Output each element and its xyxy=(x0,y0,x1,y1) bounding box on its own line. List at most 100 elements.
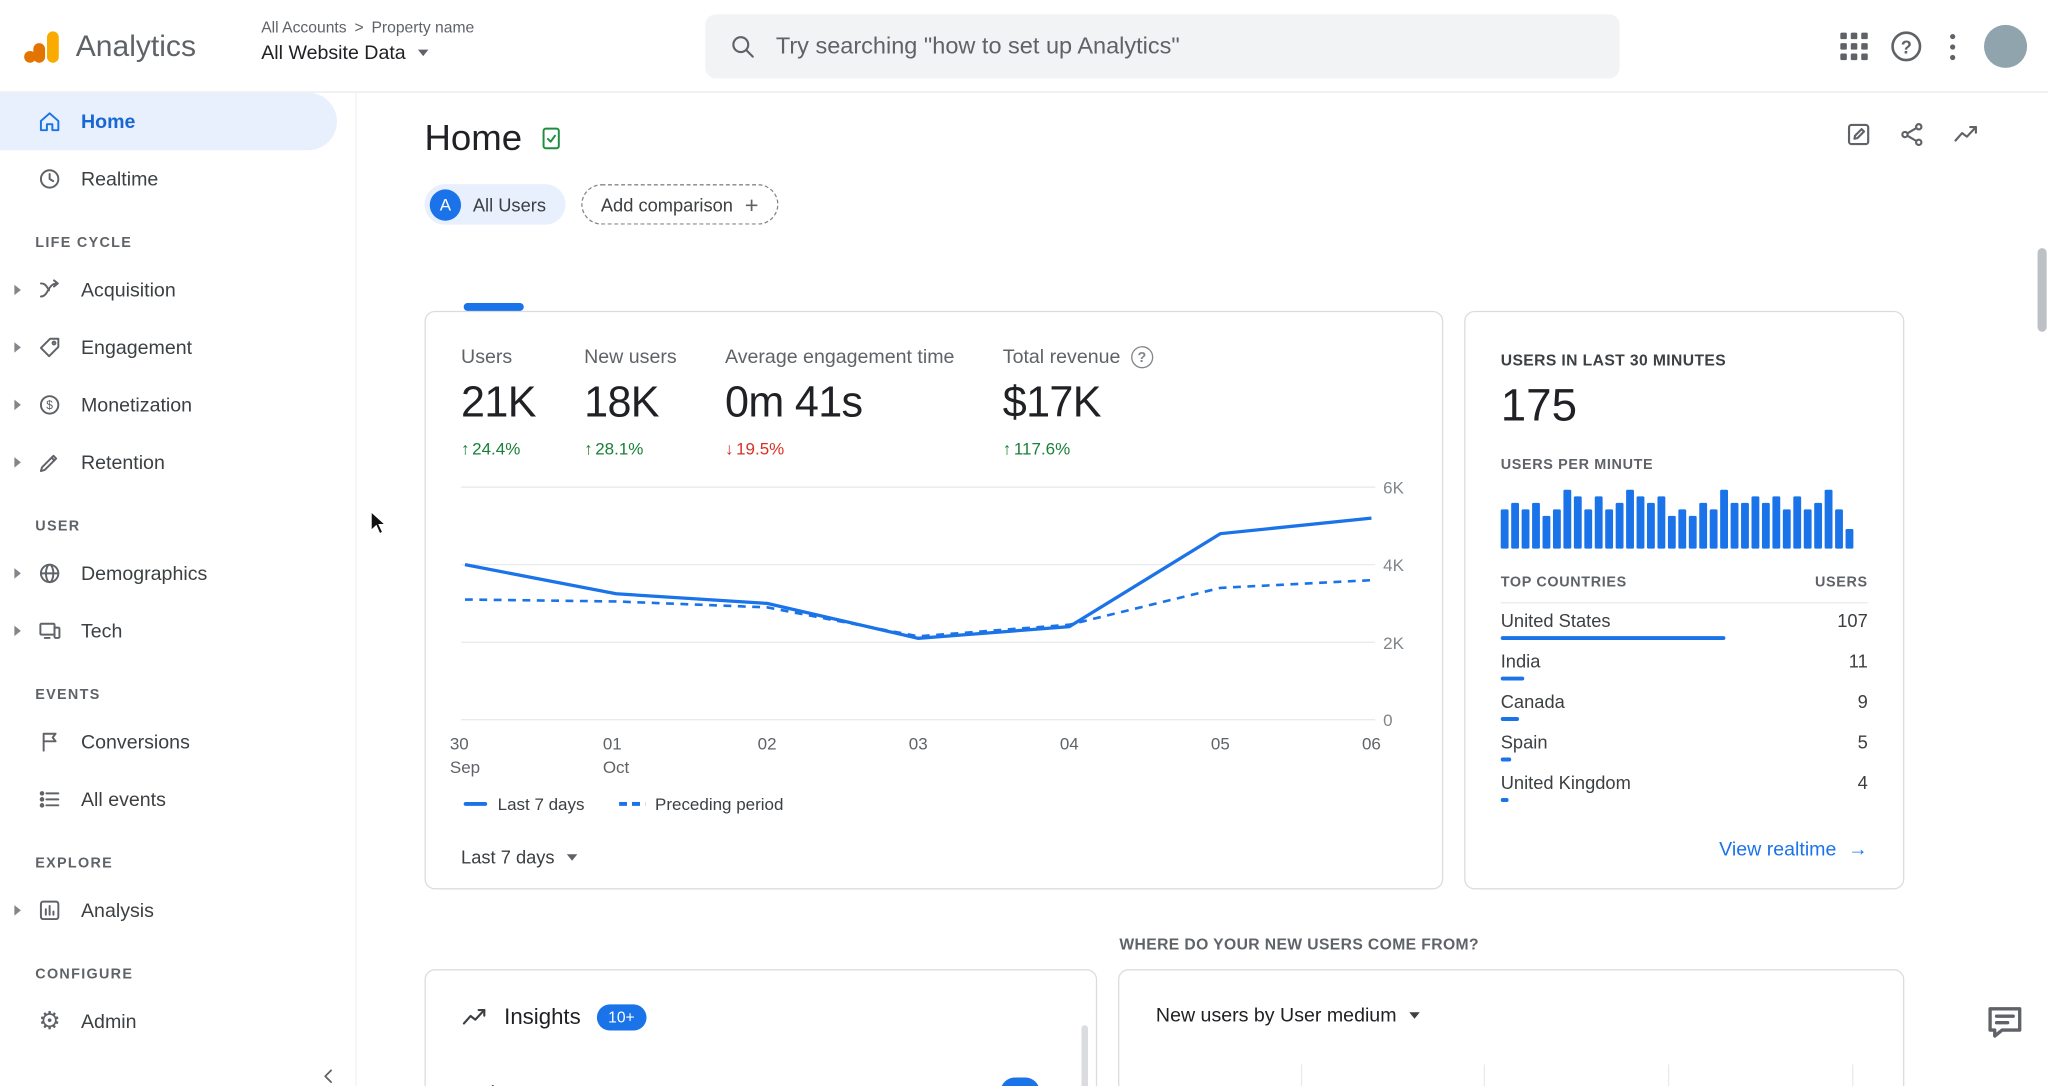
sidebar-item-tech[interactable]: Tech xyxy=(0,602,337,659)
brand[interactable]: Analytics xyxy=(18,0,196,93)
metric-delta: ↑ 28.1% xyxy=(584,438,644,459)
y-axis-labels: 6K 4K 2K 0 xyxy=(1383,478,1430,730)
users-per-minute-chart xyxy=(1500,483,1869,549)
insight-item-icon xyxy=(473,1080,497,1086)
help-icon[interactable]: ? xyxy=(1891,31,1922,62)
sidebar-item-acquisition[interactable]: Acquisition xyxy=(0,261,337,318)
new-users-section-heading: WHERE DO YOUR NEW USERS COME FROM? xyxy=(1119,935,1479,954)
chevron-down-icon xyxy=(417,49,428,57)
x-axis-labels: 30 Sep 01 Oct 02 03 04 05 06 xyxy=(450,733,1381,780)
sidebar-item-realtime[interactable]: Realtime xyxy=(0,150,337,207)
brand-name: Analytics xyxy=(75,28,196,63)
svg-text:$: $ xyxy=(46,398,53,412)
audience-badge: A xyxy=(429,188,462,221)
minute-bar xyxy=(1594,496,1603,549)
sidebar-item-admin[interactable]: ⚙ Admin xyxy=(0,993,337,1050)
sidebar: Home Realtime LIFE CYCLE Acquisition Eng… xyxy=(0,92,357,1086)
customize-report-icon[interactable] xyxy=(1843,119,1874,150)
chat-feedback-button[interactable] xyxy=(1983,1000,2027,1044)
x-axis-tick: 04 xyxy=(1059,734,1079,754)
insights-card: Insights 10+ xyxy=(424,969,1098,1086)
metric-users[interactable]: Users 21K ↑ 24.4% xyxy=(461,346,536,458)
view-realtime-link[interactable]: View realtime → xyxy=(1719,839,1868,861)
collapse-sidebar-icon[interactable] xyxy=(317,1064,341,1086)
date-range-selector[interactable]: Last 7 days xyxy=(461,846,577,867)
gridline xyxy=(1852,1064,1854,1086)
table-row: India 11 xyxy=(1500,650,1868,681)
minute-bar xyxy=(1636,496,1645,549)
table-row: United Kingdom 4 xyxy=(1500,772,1868,802)
minute-bar xyxy=(1563,489,1572,549)
help-icon[interactable]: ? xyxy=(1130,346,1154,369)
users-trend-chart xyxy=(461,479,1376,727)
metric-total-revenue[interactable]: Total revenue? $17K ↑ 117.6% xyxy=(1002,346,1154,459)
y-axis-tick: 4K xyxy=(1383,555,1404,576)
search-bar[interactable] xyxy=(705,14,1620,79)
all-users-chip[interactable]: A All Users xyxy=(424,184,566,225)
search-icon xyxy=(732,35,754,58)
sidebar-item-monetization[interactable]: $ Monetization xyxy=(0,376,337,433)
insights-scrollbar[interactable] xyxy=(1081,1025,1088,1086)
minute-bar xyxy=(1647,502,1655,549)
insights-icon xyxy=(462,1008,486,1025)
page-title: Home xyxy=(424,117,523,159)
dashed-line-swatch xyxy=(618,801,645,806)
metric-delta: ↓ 19.5% xyxy=(724,438,785,459)
property-selector[interactable]: All Website Data xyxy=(261,42,474,64)
minute-bar xyxy=(1761,502,1770,549)
x-axis-tick: 05 xyxy=(1210,734,1230,754)
minute-bar xyxy=(1532,502,1540,549)
insights-icon[interactable] xyxy=(1950,119,1981,150)
more-options-icon[interactable] xyxy=(1945,28,1961,65)
analytics-home-page: Analytics All Accounts > Property name A… xyxy=(0,0,2048,1086)
page-scrollbar[interactable] xyxy=(2037,248,2047,332)
engagement-icon xyxy=(35,333,64,362)
main-content: Home A All Users Add comparison + Users … xyxy=(356,92,2048,1086)
report-actions xyxy=(1843,119,1981,150)
active-tab-indicator xyxy=(463,303,524,311)
sidebar-item-conversions[interactable]: Conversions xyxy=(0,713,337,770)
sidebar-item-demographics[interactable]: Demographics xyxy=(0,545,337,602)
minute-bar xyxy=(1573,496,1582,549)
sidebar-item-retention[interactable]: Retention xyxy=(0,434,337,491)
share-icon[interactable] xyxy=(1896,119,1927,150)
expand-icon xyxy=(14,342,21,353)
insights-count-badge: 10+ xyxy=(596,1004,647,1031)
sidebar-item-home[interactable]: Home xyxy=(0,92,337,151)
avatar[interactable] xyxy=(1983,24,2028,68)
top-bar: Analytics All Accounts > Property name A… xyxy=(0,0,2048,93)
clock-icon xyxy=(35,165,64,194)
breadcrumb: All Accounts > Property name All Website… xyxy=(261,18,474,64)
minute-bar xyxy=(1605,509,1614,549)
legend-preceding-period: Preceding period xyxy=(618,794,783,814)
breadcrumb-property[interactable]: Property name xyxy=(371,18,474,36)
expand-icon xyxy=(14,568,21,579)
minute-bar xyxy=(1552,509,1561,549)
realtime-users-value: 175 xyxy=(1500,380,1578,432)
sidebar-item-analysis[interactable]: Analysis xyxy=(0,882,337,939)
country-bar xyxy=(1500,798,1726,802)
plus-icon: + xyxy=(744,191,759,218)
sidebar-item-all-events[interactable]: All events xyxy=(0,771,337,828)
acquisition-icon xyxy=(35,276,64,305)
insights-header[interactable]: Insights 10+ xyxy=(460,1003,647,1032)
minute-bar xyxy=(1626,489,1634,549)
gear-icon: ⚙ xyxy=(38,1006,61,1036)
metric-engagement-time[interactable]: Average engagement time 0m 41s ↓ 19.5% xyxy=(725,346,954,458)
metric-new-users[interactable]: New users 18K ↑ 28.1% xyxy=(584,346,677,458)
breadcrumb-account[interactable]: All Accounts xyxy=(261,18,346,36)
sidebar-item-engagement[interactable]: Engagement xyxy=(0,319,337,376)
apps-grid-icon[interactable] xyxy=(1840,32,1868,61)
countries-table-header: TOP COUNTRIES USERS xyxy=(1500,575,1868,604)
country-bar xyxy=(1500,757,1726,762)
expand-icon xyxy=(14,284,21,296)
minute-bar xyxy=(1615,502,1624,549)
x-axis-tick: 30 Sep xyxy=(449,734,481,777)
minute-bar xyxy=(1667,515,1676,549)
new-users-dimension-dropdown[interactable]: New users by User medium xyxy=(1156,1004,1421,1027)
retention-icon xyxy=(35,448,64,477)
insight-action-chip[interactable] xyxy=(1000,1077,1040,1086)
add-comparison-button[interactable]: Add comparison + xyxy=(581,184,779,225)
search-input[interactable] xyxy=(775,32,1597,61)
arrow-up-icon: ↑ xyxy=(1002,438,1012,459)
